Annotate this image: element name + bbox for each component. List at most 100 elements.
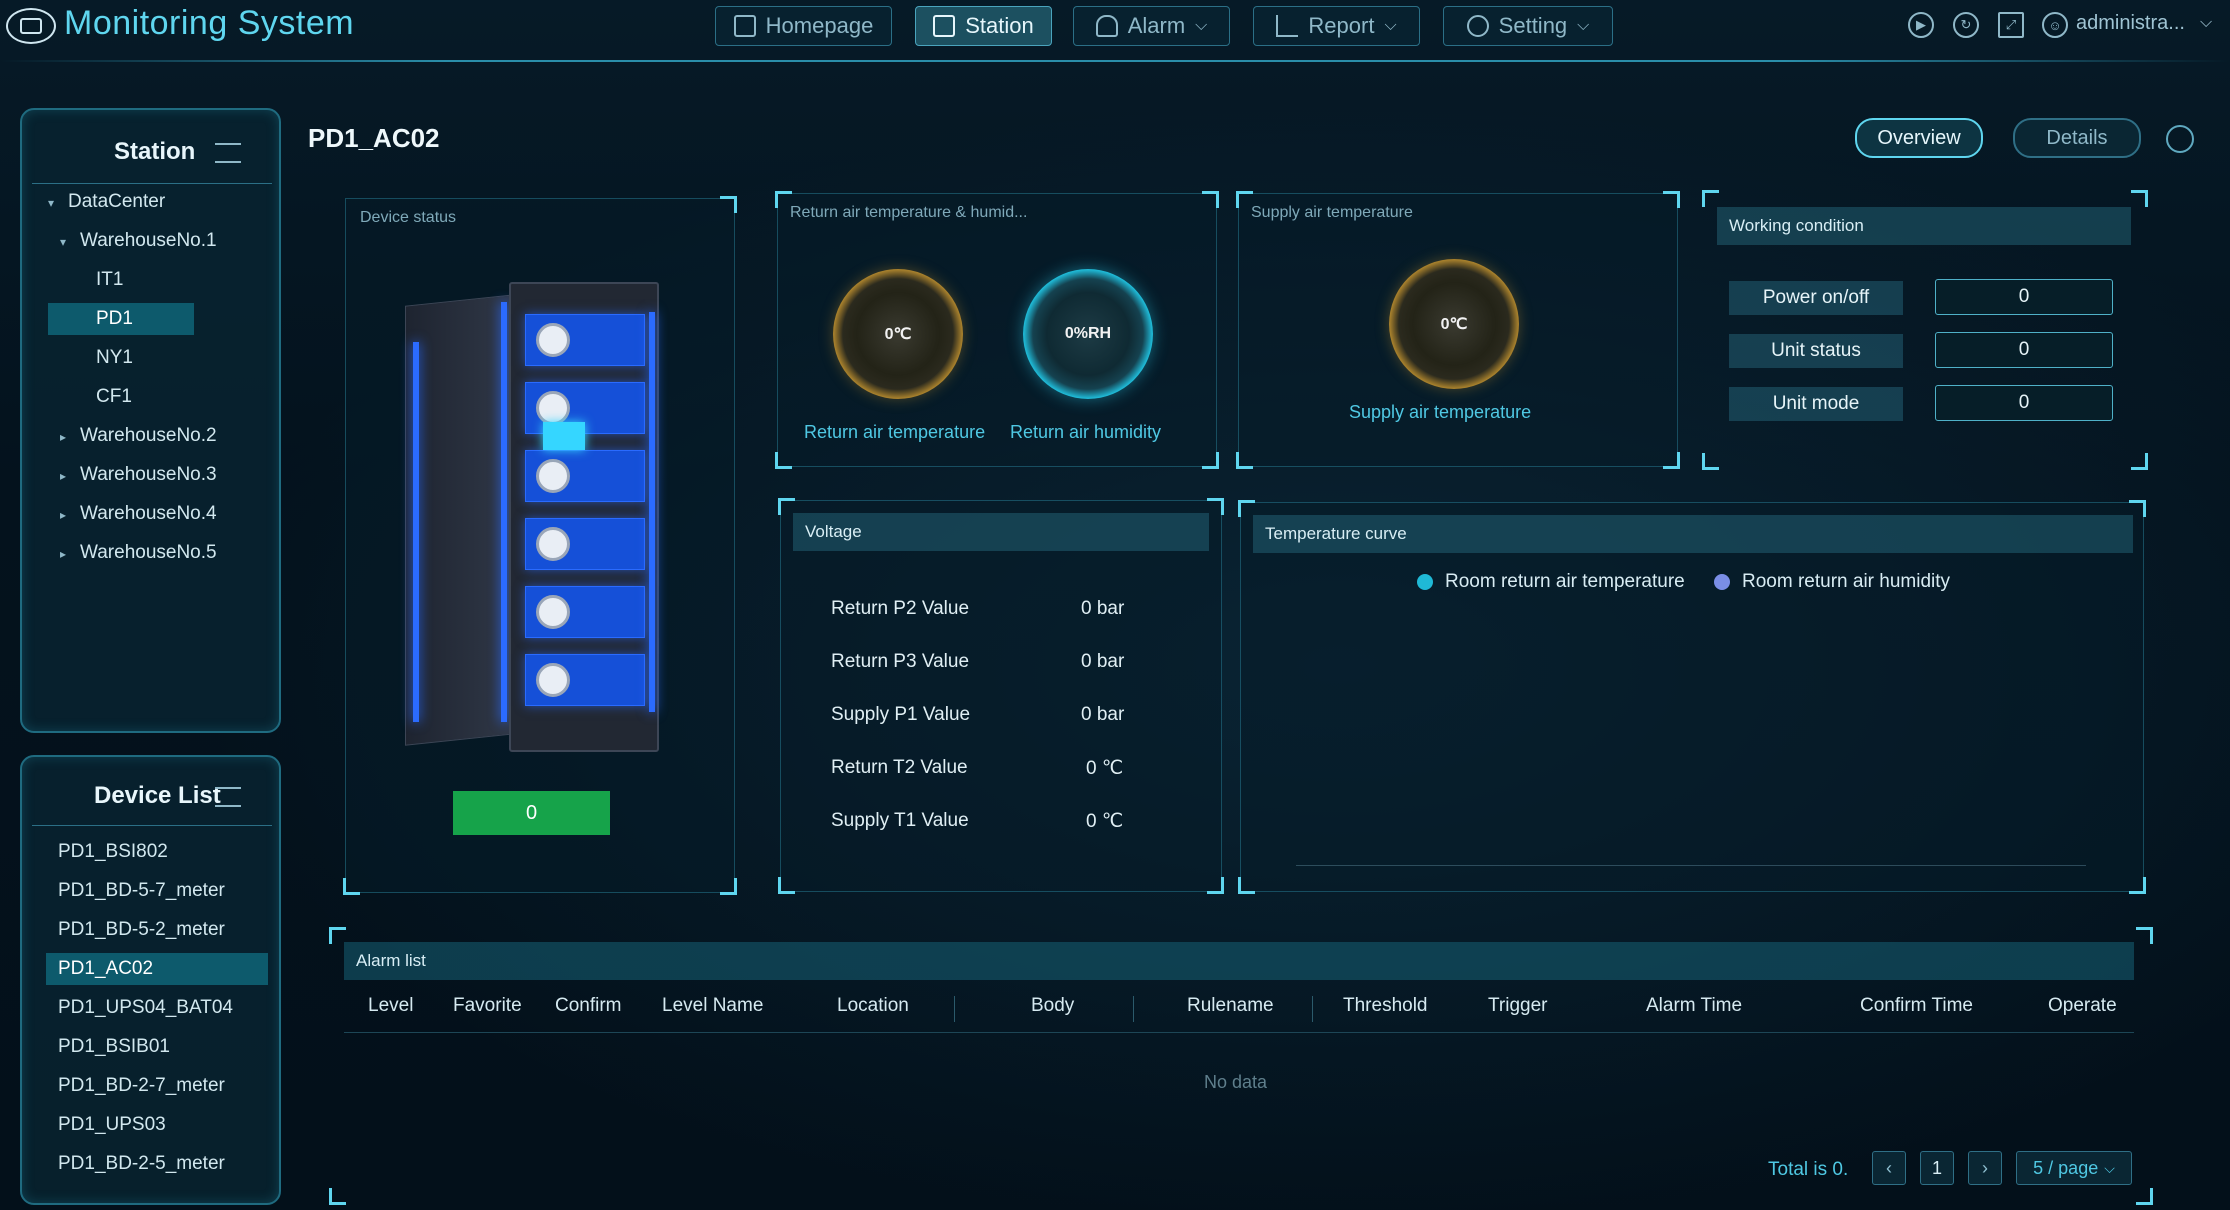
overview-tab[interactable]: Overview	[1855, 118, 1983, 158]
nav-station[interactable]: Station	[915, 6, 1052, 46]
return-air-label: Return air temperature & humid...	[790, 204, 1028, 221]
tree-item-ny1[interactable]: NY1	[96, 342, 266, 374]
tree-item-label: WarehouseNo.3	[80, 464, 217, 485]
legend-item-temperature[interactable]: Room return air temperature	[1417, 571, 1685, 593]
frame-corner	[1202, 191, 1219, 208]
station-icon	[933, 15, 956, 37]
voltage-title: Voltage	[793, 513, 1209, 551]
frame-corner	[1663, 191, 1680, 208]
legend-dot-icon	[1714, 574, 1730, 590]
tree-item-label: WarehouseNo.5	[80, 542, 217, 563]
frame-corner	[775, 452, 792, 469]
column-header[interactable]: Threshold	[1343, 995, 1428, 1017]
tree-item-warehouse2[interactable]: ▸ WarehouseNo.2	[60, 420, 270, 452]
tree-item-label: NY1	[96, 347, 133, 368]
next-page-button[interactable]: ›	[1968, 1151, 2002, 1185]
nav-alarm[interactable]: Alarm ⌵	[1073, 6, 1230, 46]
server-rack-image	[405, 282, 659, 752]
tree-item-pd1[interactable]: PD1	[48, 303, 194, 335]
page-number-button[interactable]: 1	[1920, 1151, 1954, 1185]
alarm-list-card: Alarm list Level Favorite Confirm Level …	[329, 927, 2153, 1205]
page-size-select[interactable]: 5 / page ⌵	[2016, 1151, 2132, 1185]
device-item[interactable]: PD1_UPS03	[46, 1109, 288, 1141]
legend-item-humidity[interactable]: Room return air humidity	[1714, 571, 1950, 593]
legend-dot-icon	[1417, 574, 1433, 590]
caret-icon: ▾	[48, 196, 55, 210]
tree-item-warehouse1[interactable]: ▾ WarehouseNo.1	[60, 225, 270, 257]
frame-corner	[1236, 452, 1253, 469]
voltage-row-value: 0 ℃	[1086, 758, 1124, 779]
chevron-down-icon[interactable]: ⌵	[2200, 14, 2212, 32]
voltage-row-value: 0 ℃	[1086, 811, 1124, 832]
device-item[interactable]: PD1_BD-5-7_meter	[46, 875, 288, 907]
column-header[interactable]: Body	[1031, 995, 1074, 1017]
column-header[interactable]: Operate	[2048, 995, 2117, 1017]
device-item[interactable]: PD1_BSIB01	[46, 1031, 288, 1063]
supply-air-card: Supply air temperature 0℃ Supply air tem…	[1236, 191, 1680, 469]
refresh-icon[interactable]: ↻	[1953, 12, 1979, 38]
supply-air-temp-gauge: 0℃	[1389, 259, 1519, 389]
filter-search-icon[interactable]	[215, 143, 241, 163]
tree-item-cf1[interactable]: CF1	[96, 381, 266, 413]
tree-item-it1[interactable]: IT1	[96, 264, 266, 296]
legend-label: Room return air temperature	[1445, 571, 1685, 592]
column-header[interactable]: Alarm Time	[1646, 995, 1742, 1017]
column-header[interactable]: Trigger	[1488, 995, 1547, 1017]
device-item[interactable]: PD1_BSI802	[46, 836, 288, 868]
play-icon[interactable]: ▶	[1908, 12, 1934, 38]
header-divider	[0, 60, 2230, 62]
tree-item-datacenter[interactable]: ▾ DataCenter	[48, 186, 268, 218]
filter-search-icon[interactable]	[215, 787, 241, 807]
column-divider	[1133, 996, 1134, 1022]
user-icon[interactable]: ☺	[2042, 12, 2068, 38]
voltage-row-label: Return P3 Value	[831, 651, 970, 672]
nav-report[interactable]: Report ⌵	[1253, 6, 1420, 46]
chart-baseline	[1296, 865, 2086, 866]
user-name[interactable]: administra...	[2076, 12, 2185, 35]
working-condition-card: Working condition Power on/off 0 Unit st…	[1702, 190, 2148, 470]
tree-item-warehouse4[interactable]: ▸ WarehouseNo.4	[60, 498, 270, 530]
device-item-selected[interactable]: PD1_AC02	[46, 953, 268, 985]
voltage-row-label: Return P2 Value	[831, 598, 970, 619]
tree-item-warehouse5[interactable]: ▸ WarehouseNo.5	[60, 537, 270, 569]
tree-item-label: IT1	[96, 269, 124, 290]
tree-item-label: WarehouseNo.2	[80, 425, 217, 446]
unit-status-label: Unit status	[1729, 334, 1903, 368]
chevron-down-icon: ⌵	[1384, 17, 1397, 34]
tree-item-warehouse3[interactable]: ▸ WarehouseNo.3	[60, 459, 270, 491]
device-item[interactable]: PD1_BD-2-7_meter	[46, 1070, 288, 1102]
voltage-row-value: 0 bar	[1081, 704, 1125, 725]
temperature-curve-title: Temperature curve	[1253, 515, 2133, 553]
prev-page-button[interactable]: ‹	[1872, 1151, 1906, 1185]
frame-corner	[2131, 190, 2148, 207]
legend-label: Room return air humidity	[1742, 571, 1951, 592]
frame-corner	[1238, 877, 1255, 894]
frame-corner	[329, 1188, 346, 1205]
column-divider	[954, 996, 955, 1022]
column-header[interactable]: Location	[837, 995, 909, 1017]
frame-corner	[1202, 452, 1219, 469]
nav-setting[interactable]: Setting ⌵	[1443, 6, 1613, 46]
unit-mode-label: Unit mode	[1729, 387, 1903, 421]
device-status-value: 0	[453, 791, 610, 835]
chevron-down-icon: ⌵	[1577, 17, 1590, 34]
column-header[interactable]: Rulename	[1187, 995, 1274, 1017]
details-tab[interactable]: Details	[2013, 118, 2141, 158]
unit-status-value: 0	[1935, 332, 2113, 368]
device-item[interactable]: PD1_UPS04_BAT04	[46, 992, 288, 1024]
column-header[interactable]: Level	[368, 995, 413, 1017]
device-item[interactable]: PD1_BD-2-5_meter	[46, 1148, 288, 1180]
device-list-panel: Device List PD1_BSI802 PD1_BD-5-7_meter …	[20, 755, 281, 1205]
settings-circle-icon[interactable]	[2166, 125, 2194, 153]
column-header[interactable]: Favorite	[453, 995, 522, 1017]
nav-homepage[interactable]: Homepage	[715, 6, 892, 46]
column-header[interactable]: Confirm	[555, 995, 622, 1017]
app-title: Monitoring System	[64, 4, 355, 42]
column-header[interactable]: Confirm Time	[1860, 995, 1973, 1017]
temperature-curve-card: Temperature curve Room return air temper…	[1238, 500, 2146, 894]
tree-item-label: DataCenter	[68, 191, 166, 212]
device-item[interactable]: PD1_BD-5-2_meter	[46, 914, 288, 946]
return-air-humidity-gauge: 0%RH	[1023, 269, 1153, 399]
column-header[interactable]: Level Name	[662, 995, 763, 1017]
fullscreen-icon[interactable]: ⤢	[1998, 12, 2024, 38]
